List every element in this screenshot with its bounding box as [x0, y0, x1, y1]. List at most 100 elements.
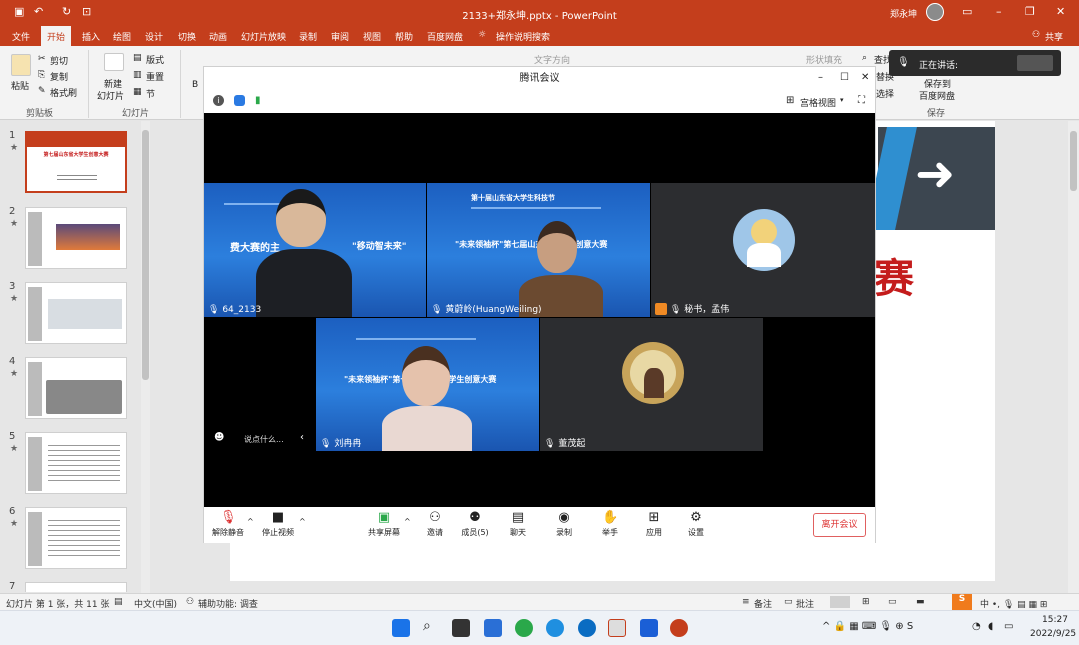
tab-record[interactable]: 录制	[299, 30, 317, 43]
paste-icon[interactable]	[11, 54, 31, 76]
grid-view-icon[interactable]: ⊞	[786, 95, 794, 106]
search-icon[interactable]: ⌕	[862, 53, 867, 63]
chat-button[interactable]: ▤ 聊天	[505, 511, 531, 538]
copy-button[interactable]: 复制	[50, 70, 68, 83]
tencent-meeting-icon[interactable]	[640, 619, 658, 637]
ribbon-display-icon[interactable]: ▭	[962, 5, 972, 18]
tab-file[interactable]: 文件	[12, 30, 30, 43]
powerpoint-icon[interactable]	[670, 619, 688, 637]
minimize-icon[interactable]: –	[996, 5, 1002, 18]
record-button[interactable]: ◉ 录制	[551, 511, 577, 538]
view-mode-dropdown[interactable]: 宫格视图	[800, 96, 836, 109]
slide-thumbnail-1[interactable]: 第七届山东省大学生创意大赛	[25, 131, 127, 193]
ime-tray-icons[interactable]: 中 •, 🎙 ▤ ▦ ⊞	[980, 597, 1047, 610]
slideshow-view-icon[interactable]: ▬	[916, 597, 925, 607]
battery-icon[interactable]: ▭	[1004, 621, 1013, 632]
tab-animations[interactable]: 动画	[209, 30, 227, 43]
sorter-view-icon[interactable]: ⊞	[862, 597, 870, 607]
apps-button[interactable]: ⊞ 应用	[641, 511, 667, 538]
raise-hand-button[interactable]: ✋ 举手	[597, 511, 623, 538]
fullscreen-icon[interactable]: ⛶	[858, 95, 865, 106]
clock-time[interactable]: 15:27	[1042, 615, 1068, 625]
share-screen-button[interactable]: ▣ 共享屏幕	[366, 511, 402, 538]
system-tray-icons[interactable]: ^ 🔒 ▦ ⌨ 🎙 ⊕ S	[822, 621, 913, 632]
share-button[interactable]: 共享	[1045, 30, 1063, 43]
normal-view-button[interactable]	[830, 596, 850, 608]
close-icon[interactable]: ✕	[861, 72, 869, 83]
video-tile-3[interactable]: 🎙 秘书，孟伟	[651, 183, 875, 317]
invite-button[interactable]: ⚇ 邀请	[422, 511, 448, 538]
video-tile-5[interactable]: 🎙 董茂起	[540, 318, 763, 451]
widgets-icon[interactable]	[484, 619, 502, 637]
slide-scrollbar-handle[interactable]	[1070, 131, 1077, 191]
members-button[interactable]: ⚉ 成员(5)	[460, 511, 490, 538]
volume-icon[interactable]: ◖	[988, 621, 993, 632]
chevron-up-icon[interactable]: ^	[299, 517, 306, 526]
chevron-down-icon[interactable]: ▾	[840, 96, 844, 104]
minimize-icon[interactable]: –	[818, 72, 823, 83]
chat-input[interactable]: 说点什么...	[244, 434, 284, 445]
search-icon[interactable]: ⌕	[423, 618, 431, 634]
unmute-button[interactable]: 🎙 解除静音	[211, 511, 245, 538]
chevron-up-icon[interactable]: ^	[404, 517, 411, 526]
edge-icon[interactable]	[546, 619, 564, 637]
cut-button[interactable]: 剪切	[50, 54, 68, 67]
tab-design[interactable]: 设计	[145, 30, 163, 43]
layout-button[interactable]: 版式	[146, 53, 164, 66]
new-slide-icon[interactable]	[104, 53, 124, 71]
task-view-icon[interactable]	[452, 619, 470, 637]
close-icon[interactable]: ✕	[1056, 5, 1065, 18]
maximize-icon[interactable]: ☐	[840, 72, 849, 83]
tab-baidu[interactable]: 百度网盘	[427, 30, 463, 43]
emoji-icon[interactable]: ☻	[214, 432, 224, 443]
slide-scrollbar[interactable]	[1068, 121, 1079, 593]
video-tile-4[interactable]: "未来领袖杯"第七届山东省大学生创意大赛 🎙 刘冉冉	[316, 318, 539, 451]
restore-icon[interactable]: ❐	[1025, 5, 1035, 18]
slide-thumbnail-5[interactable]	[25, 432, 127, 494]
spellcheck-icon[interactable]: ▤	[114, 597, 123, 607]
tab-help[interactable]: 帮助	[395, 30, 413, 43]
slide-thumbnail-4[interactable]	[25, 357, 127, 419]
language-indicator[interactable]: 中文(中国)	[134, 597, 177, 610]
browser-icon[interactable]	[578, 619, 596, 637]
document-app-icon[interactable]	[608, 619, 626, 637]
clock-date[interactable]: 2022/9/25	[1030, 629, 1076, 639]
tab-transitions[interactable]: 切换	[178, 30, 196, 43]
slide-thumbnail-7[interactable]	[25, 582, 127, 592]
accessibility-status[interactable]: 辅助功能: 调查	[198, 597, 258, 610]
copy-icon[interactable]: ⎘	[38, 70, 45, 80]
tab-view[interactable]: 视图	[363, 30, 381, 43]
chevron-left-icon[interactable]: ‹	[300, 432, 304, 443]
scissors-icon[interactable]: ✂	[38, 54, 46, 64]
comments-button[interactable]: 批注	[796, 597, 814, 610]
notes-icon[interactable]: ≡	[742, 597, 750, 607]
video-tile-2[interactable]: 第十届山东省大学生科技节 "未来领袖杯"第七届山东省大学生创意大赛 🎙 黄蔚岭(…	[427, 183, 650, 317]
wifi-icon[interactable]: ◔	[972, 621, 981, 632]
tab-home[interactable]: 开始	[41, 26, 72, 46]
text-direction-button[interactable]: 文字方向	[534, 53, 570, 66]
tell-me-search[interactable]: 操作说明搜索	[496, 30, 550, 43]
stop-video-button[interactable]: ■ 停止视频	[261, 511, 295, 538]
layout-icon[interactable]: ▤	[133, 53, 142, 63]
slide-thumbnail-2[interactable]	[25, 207, 127, 269]
avatar[interactable]	[926, 3, 944, 21]
accessibility-icon[interactable]: ⚇	[186, 597, 194, 607]
settings-button[interactable]: ⚙ 设置	[683, 511, 709, 538]
chevron-up-icon[interactable]: ^	[247, 517, 254, 526]
shield-icon[interactable]	[234, 95, 245, 106]
section-icon[interactable]: ▦	[133, 87, 142, 97]
save-to-cloud-button-line2[interactable]: 百度网盘	[919, 89, 955, 102]
select-button[interactable]: 选择	[876, 87, 894, 100]
slide-title-fragment[interactable]: 赛	[874, 246, 914, 304]
comments-icon[interactable]: ▭	[784, 597, 793, 607]
reading-view-icon[interactable]: ▭	[888, 597, 897, 607]
bold-icon[interactable]: B	[192, 80, 198, 90]
thumbnail-scrollbar-handle[interactable]	[142, 130, 149, 380]
slide-thumbnail-6[interactable]	[25, 507, 127, 569]
chat-bar[interactable]: ☻ 说点什么... ‹	[212, 430, 312, 448]
new-slide-button-line2[interactable]: 幻灯片	[97, 89, 124, 102]
reset-button[interactable]: 重置	[146, 70, 164, 83]
notes-button[interactable]: 备注	[754, 597, 772, 610]
tab-slideshow[interactable]: 幻灯片放映	[241, 30, 286, 43]
info-icon[interactable]: i	[213, 95, 224, 106]
